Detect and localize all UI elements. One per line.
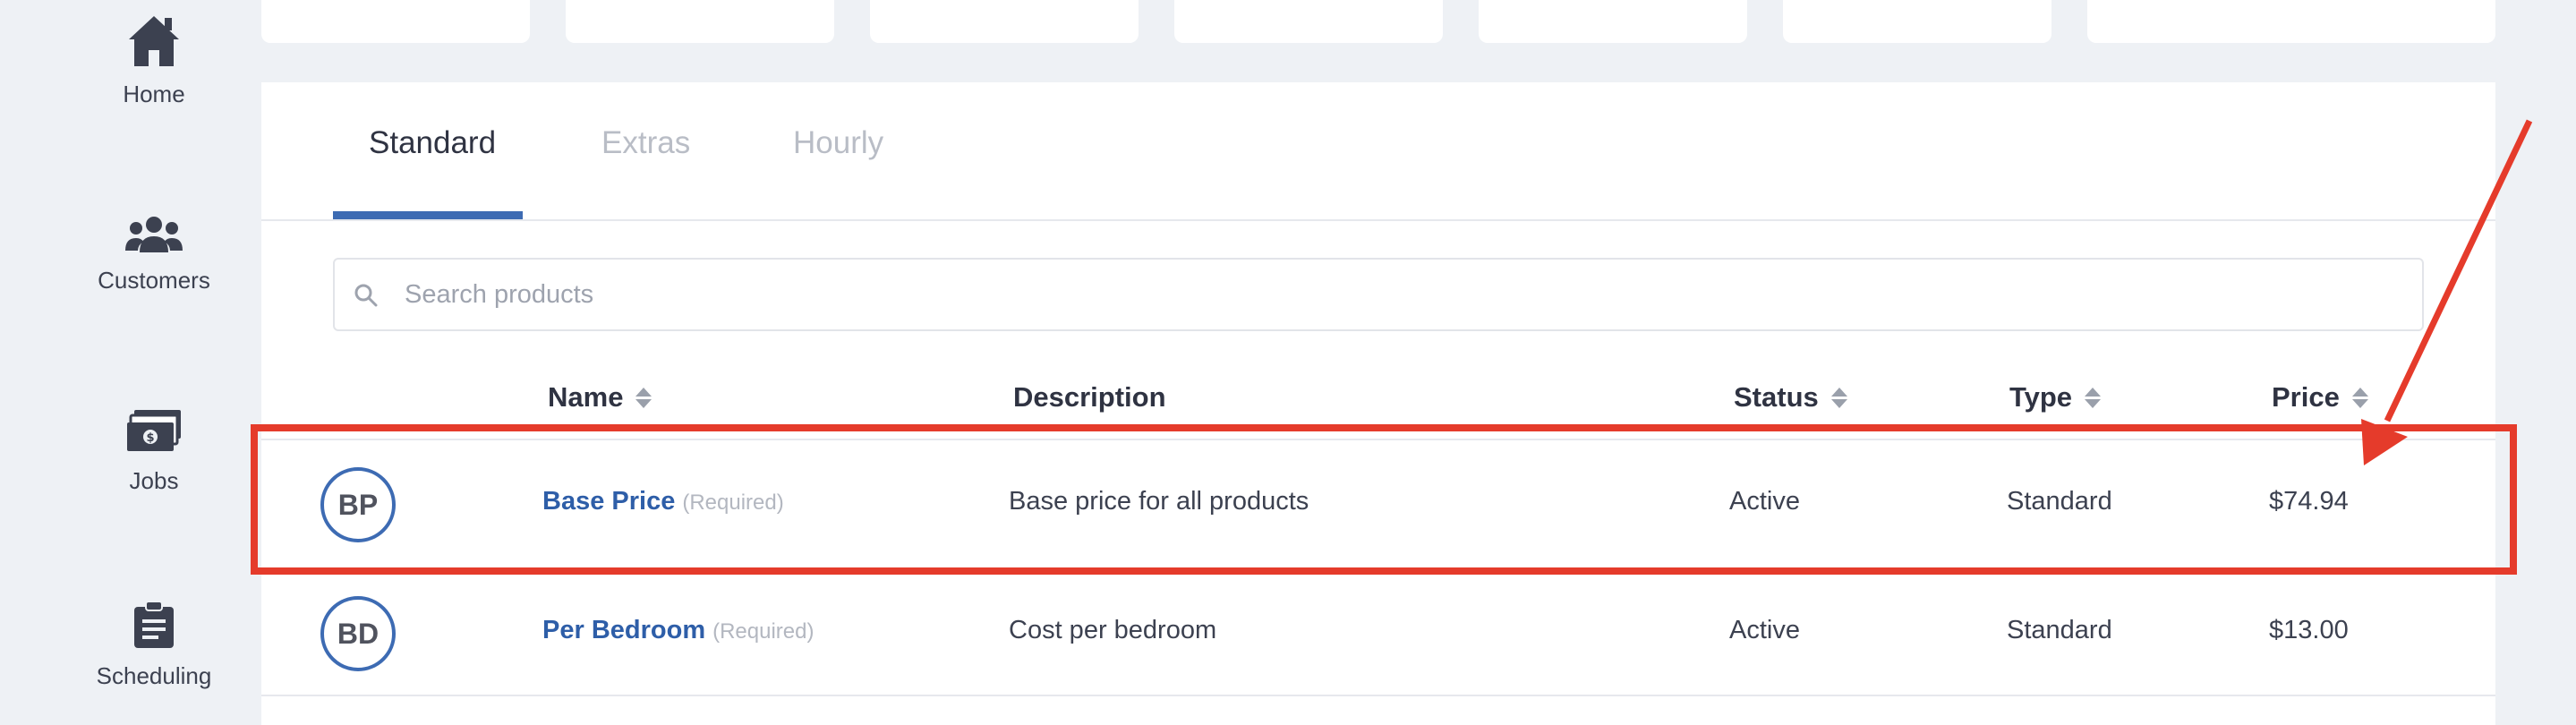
column-header-label: Description [1013, 381, 1166, 413]
sort-icon [2351, 387, 2368, 408]
summary-card[interactable] [1783, 0, 2051, 43]
sidebar: Home Customers $ Jobs Scheduling [0, 0, 260, 725]
column-header-label: Name [548, 381, 624, 413]
money-icon: $ [127, 410, 181, 451]
svg-text:$: $ [146, 431, 154, 445]
search-input[interactable] [405, 269, 2401, 320]
summary-card[interactable] [566, 0, 834, 43]
tab-hourly[interactable]: Hourly [793, 125, 883, 161]
annotation-highlight-box [251, 424, 2517, 575]
product-price: $13.00 [2269, 616, 2349, 644]
column-header-type[interactable]: Type [2009, 381, 2102, 414]
search-box [333, 258, 2424, 331]
column-header-label: Type [2009, 381, 2073, 413]
product-name-link[interactable]: Per Bedroom [542, 616, 705, 644]
column-header-label: Price [2272, 381, 2340, 413]
column-header-description: Description [1013, 381, 1166, 414]
home-icon [129, 16, 179, 66]
active-tab-indicator [333, 211, 523, 219]
column-header-price[interactable]: Price [2272, 381, 2368, 414]
summary-card[interactable] [1479, 0, 1747, 43]
sort-icon [2085, 387, 2102, 408]
table-row[interactable]: BD Per Bedroom (Required) Cost per bedroo… [261, 567, 2495, 696]
column-header-label: Status [1734, 381, 1819, 413]
clipboard-icon [134, 601, 174, 648]
column-header-name[interactable]: Name [548, 381, 653, 414]
summary-card[interactable] [1174, 0, 1443, 43]
summary-cards [261, 0, 2495, 43]
product-avatar: BD [320, 596, 396, 671]
summary-card[interactable] [2087, 0, 2495, 43]
sort-icon [635, 387, 653, 408]
app-page: Home Customers $ Jobs Scheduling Standar… [0, 0, 2576, 725]
product-description: Cost per bedroom [1009, 616, 1217, 644]
tab-standard[interactable]: Standard [369, 125, 496, 161]
required-label: (Required) [712, 619, 815, 644]
product-status: Active [1729, 616, 1800, 644]
search-icon [354, 284, 378, 307]
product-name-cell: Per Bedroom (Required) [542, 616, 815, 645]
products-panel: Standard Extras Hourly Name Description … [261, 82, 2495, 725]
summary-card[interactable] [261, 0, 530, 43]
users-icon [125, 217, 183, 252]
tab-bar: Standard Extras Hourly [261, 82, 2495, 221]
product-type: Standard [2007, 616, 2112, 644]
summary-card[interactable] [870, 0, 1139, 43]
column-header-status[interactable]: Status [1734, 381, 1847, 414]
tab-extras[interactable]: Extras [601, 125, 690, 161]
sort-icon [1830, 387, 1847, 408]
